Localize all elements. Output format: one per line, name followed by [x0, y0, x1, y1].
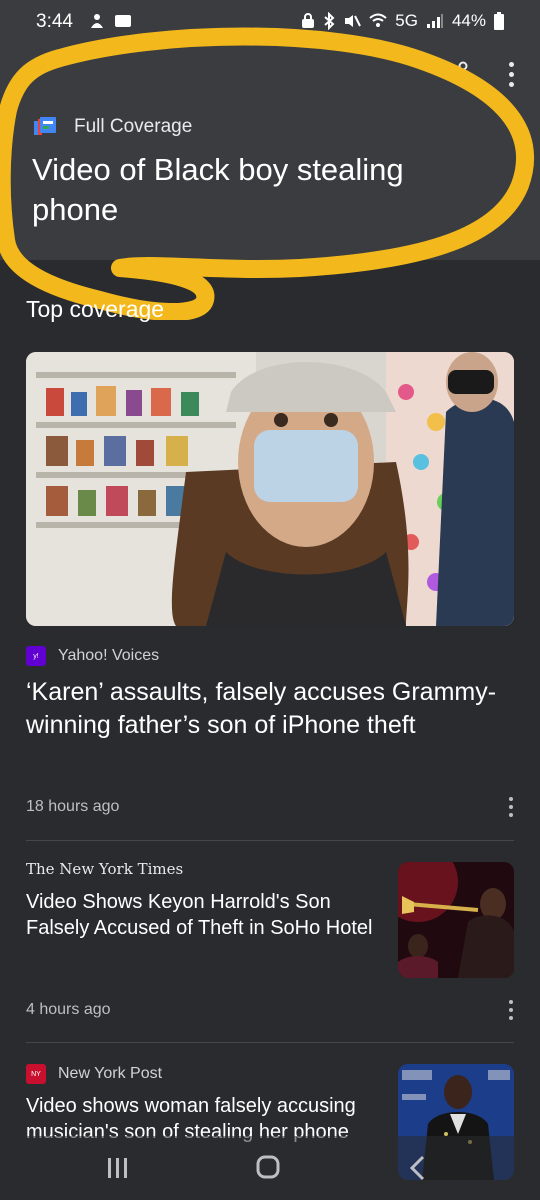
source-name: New York Post [58, 1065, 163, 1082]
section-label: Full Coverage [74, 116, 193, 137]
article-hero-image[interactable] [26, 352, 514, 626]
full-coverage-icon [34, 117, 56, 135]
source-name: Yahoo! Voices [58, 647, 160, 664]
home-icon [256, 1155, 280, 1179]
bluetooth-icon [324, 12, 335, 30]
recent-apps-button[interactable] [98, 1150, 138, 1186]
nypost-logo-icon: NY [26, 1064, 46, 1084]
article-source: y! Yahoo! Voices [26, 646, 159, 666]
article-headline[interactable]: ‘Karen’ assaults, falsely accuses Grammy… [26, 676, 506, 742]
share-button[interactable] [442, 60, 470, 88]
mute-icon [345, 15, 362, 27]
full-coverage-label-row: Full Coverage [34, 116, 192, 138]
article-headline[interactable]: Video Shows Keyon Harrold's Son Falsely … [26, 889, 376, 941]
notification-icon [91, 14, 103, 28]
article-source: The New York Times [26, 860, 183, 878]
app-notification-icon [115, 15, 131, 27]
divider [26, 840, 514, 841]
battery-percent: 44% [451, 11, 486, 30]
recent-apps-icon [108, 1158, 127, 1178]
more-options-button[interactable] [500, 60, 522, 88]
wifi-icon [369, 13, 387, 27]
lock-icon [302, 13, 315, 28]
back-icon [409, 1155, 425, 1181]
home-button[interactable] [248, 1150, 288, 1186]
article-time: 18 hours ago [26, 798, 120, 815]
divider [26, 1042, 514, 1043]
status-bar: 3:44 5G 44% [0, 0, 540, 44]
status-right: 5G 44% [301, 11, 504, 31]
trumpet-photo [398, 862, 514, 978]
network-type: 5G [395, 11, 418, 30]
back-button[interactable] [398, 1150, 438, 1186]
article-time: 4 hours ago [26, 1001, 111, 1018]
yahoo-logo-icon: y! [26, 646, 46, 666]
article-more-button[interactable] [504, 997, 518, 1023]
article-more-button[interactable] [504, 794, 518, 820]
status-time: 3:44 [36, 11, 73, 32]
article-thumbnail[interactable] [398, 862, 514, 978]
hero-photo [26, 352, 514, 626]
top-coverage-heading: Top coverage [26, 296, 165, 322]
nyt-logo: The New York Times [26, 860, 184, 878]
battery-icon [494, 12, 504, 30]
share-icon [444, 61, 468, 87]
page-title: Video of Black boy stealing phone [32, 152, 404, 227]
signal-icon [426, 14, 443, 28]
article-source: NY New York Post [26, 1064, 162, 1084]
status-left-icons [88, 12, 132, 30]
